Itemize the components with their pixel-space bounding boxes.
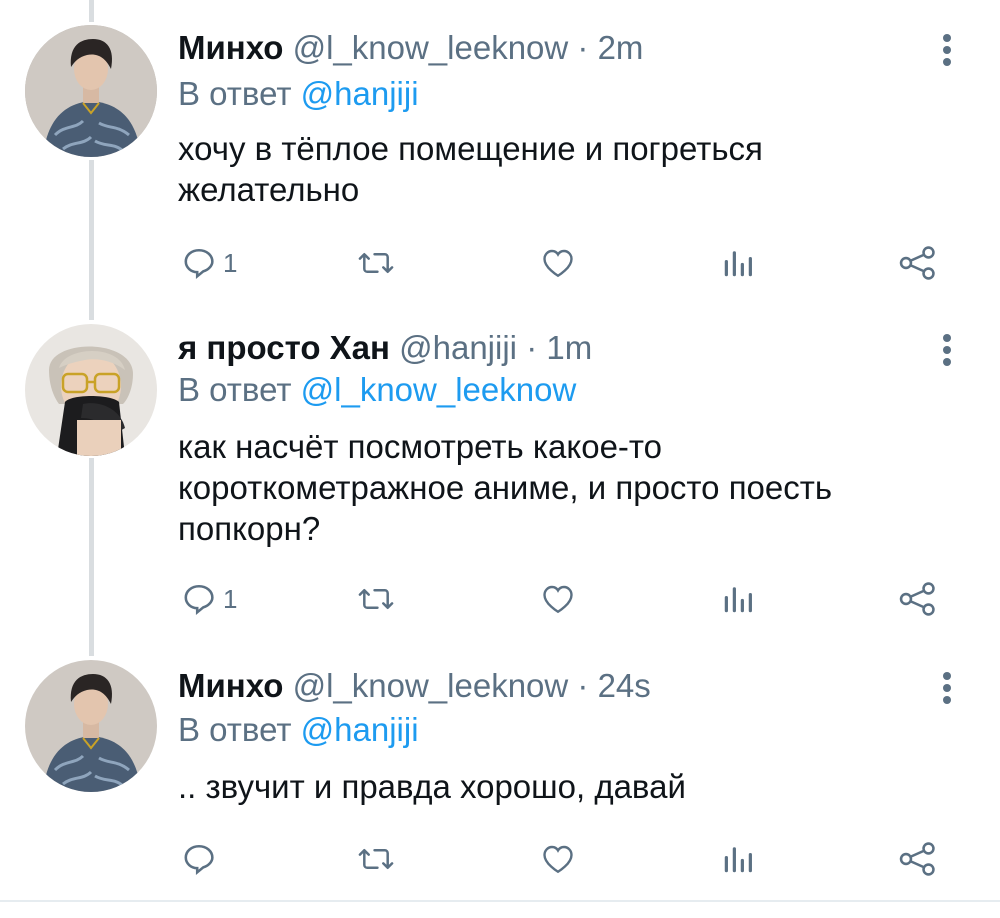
reply-mention[interactable]: @hanjiji [301, 75, 419, 112]
share-icon [899, 246, 935, 280]
reply-mention[interactable]: @l_know_leeknow [301, 371, 577, 408]
author-handle[interactable]: @l_know_leeknow [293, 29, 569, 66]
more-options-icon[interactable] [936, 30, 958, 70]
share-button[interactable] [898, 574, 938, 624]
retweet-button[interactable] [357, 574, 395, 624]
tweet-actions: 1 [0, 238, 1000, 288]
like-button[interactable] [539, 834, 577, 884]
reply-icon [184, 248, 214, 280]
analytics-icon [724, 251, 752, 277]
like-icon [543, 845, 573, 874]
avatar[interactable] [25, 25, 157, 157]
separator-dot: · [577, 667, 589, 704]
avatar-minho-image [25, 660, 157, 792]
tweet-text: как насчёт посмотреть какое-то короткоме… [178, 428, 833, 547]
avatar-minho-image [25, 25, 157, 157]
retweet-icon [358, 588, 394, 610]
tweet-timestamp[interactable]: 24s [598, 667, 651, 704]
reply-icon [184, 584, 214, 616]
reply-prefix: В ответ [178, 711, 292, 748]
reply-count: 1 [223, 583, 238, 614]
like-icon [543, 585, 573, 614]
reply-button[interactable]: 1 [181, 574, 237, 624]
analytics-icon [724, 587, 752, 613]
tweet-text: .. звучит и правда хорошо, давай [178, 768, 686, 805]
tweet[interactable]: Минхо @l_know_leeknow · 2m В ответ @hanj… [0, 0, 1000, 300]
retweet-button[interactable] [357, 834, 395, 884]
avatar-han-image [25, 324, 157, 456]
share-icon [899, 842, 935, 876]
reply-mention[interactable]: @hanjiji [301, 711, 419, 748]
reply-button[interactable] [181, 834, 223, 884]
reply-prefix: В ответ [178, 371, 292, 408]
author-name[interactable]: я просто Хан [178, 329, 390, 366]
share-button[interactable] [898, 238, 938, 288]
tweet-timestamp[interactable]: 2m [598, 29, 644, 66]
separator-dot: · [577, 29, 589, 66]
avatar[interactable] [25, 324, 157, 456]
author-name[interactable]: Минхо [178, 667, 283, 704]
separator-dot: · [526, 329, 538, 366]
retweet-icon [358, 848, 394, 870]
tweet-text: хочу в тёплое помещение и погреться жела… [178, 130, 763, 208]
like-icon [543, 249, 573, 278]
more-options-icon[interactable] [936, 330, 958, 370]
retweet-icon [358, 252, 394, 274]
retweet-button[interactable] [357, 238, 395, 288]
reply-icon [184, 844, 214, 876]
divider [0, 900, 1000, 902]
avatar[interactable] [25, 660, 157, 792]
analytics-button[interactable] [722, 574, 754, 624]
tweet[interactable]: Минхо @l_know_leeknow · 24s В ответ @han… [0, 640, 1000, 900]
like-button[interactable] [539, 238, 577, 288]
tweet[interactable]: я просто Хан @hanjiji · 1m В ответ @l_kn… [0, 300, 1000, 640]
reply-prefix: В ответ [178, 75, 292, 112]
analytics-icon [724, 847, 752, 873]
share-icon [899, 582, 935, 616]
analytics-button[interactable] [722, 834, 754, 884]
tweet-actions [0, 834, 1000, 884]
author-handle[interactable]: @l_know_leeknow [293, 667, 569, 704]
reply-count: 1 [223, 247, 238, 278]
tweet-actions: 1 [0, 574, 1000, 624]
share-button[interactable] [898, 834, 938, 884]
analytics-button[interactable] [722, 238, 754, 288]
author-name[interactable]: Минхо [178, 29, 283, 66]
author-handle[interactable]: @hanjiji [399, 329, 517, 366]
like-button[interactable] [539, 574, 577, 624]
reply-button[interactable]: 1 [181, 238, 237, 288]
tweet-timestamp[interactable]: 1m [546, 329, 592, 366]
more-options-icon[interactable] [936, 668, 958, 708]
